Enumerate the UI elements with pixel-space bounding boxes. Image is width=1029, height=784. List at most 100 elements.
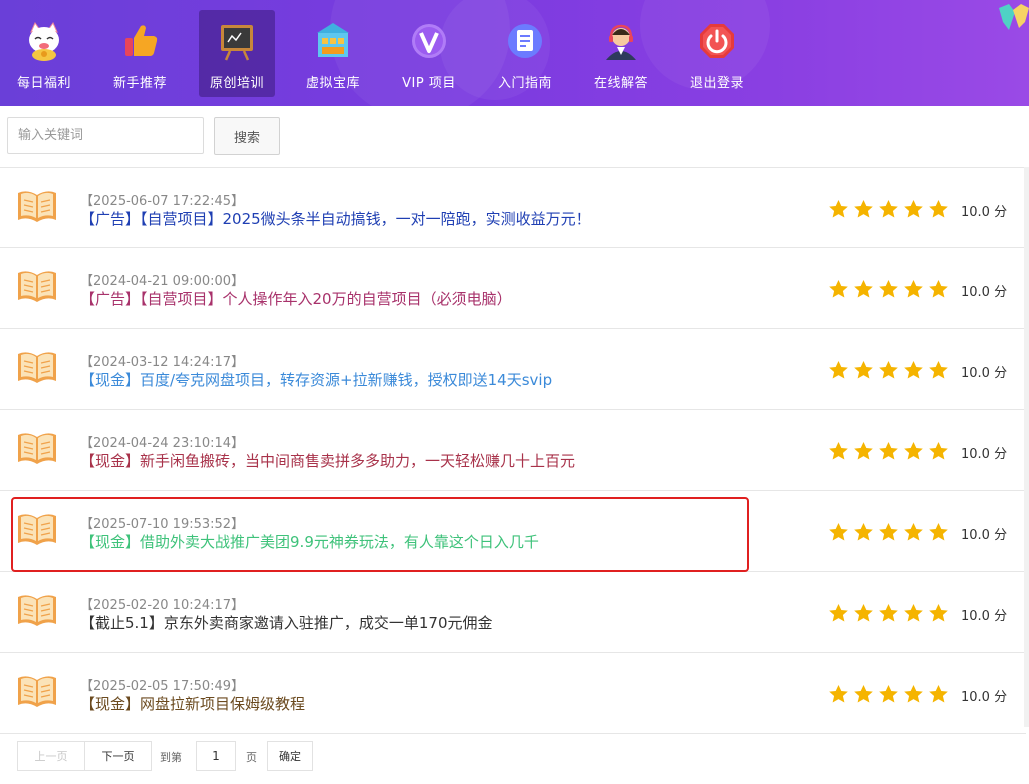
item-score: 10.0 分 [961, 366, 1008, 381]
thumbs-up-icon [125, 25, 158, 56]
power-icon [700, 24, 734, 58]
rating-stars [828, 603, 953, 623]
list-item[interactable]: 【2024-04-24 23:10:14】 【现金】新手闲鱼搬砖，当中间商售卖拼多… [0, 410, 1026, 491]
item-date: 【2024-04-24 23:10:14】 [80, 436, 245, 451]
star-icon [829, 280, 848, 298]
star-icon [879, 200, 898, 218]
item-date: 【2025-02-20 10:24:17】 [80, 598, 245, 613]
star-icon [879, 523, 898, 541]
item-date: 【2024-03-12 14:24:17】 [80, 355, 245, 370]
document-icon [508, 24, 542, 58]
item-date: 【2024-04-21 09:00:00】 [80, 274, 245, 289]
open-book-icon [18, 514, 56, 545]
list-item[interactable]: 【2024-04-21 09:00:00】 【广告】【自营项目】个人操作年入20万… [0, 248, 1026, 329]
nav-item-daily-welfare[interactable]: 每日福利 [6, 10, 82, 97]
star-icon [854, 361, 873, 379]
chalkboard-icon [221, 25, 253, 61]
treasure-building-icon [317, 23, 349, 57]
nav-item-original-training[interactable]: 原创培训 [199, 10, 275, 97]
star-icon [829, 523, 848, 541]
nav-label: 虚拟宝库 [305, 76, 360, 91]
rating-stars [828, 279, 953, 299]
nav-label: 新手推荐 [112, 76, 167, 91]
star-icon [854, 442, 873, 460]
support-agent-icon [606, 24, 636, 60]
item-title-link[interactable]: 【现金】百度/夸克网盘项目，转存资源+拉新赚钱，授权即送14天svip [80, 369, 552, 390]
item-score: 10.0 分 [961, 447, 1008, 462]
list-item[interactable]: 【2025-07-10 19:53:52】 【现金】借助外卖大战推广美团9.9元神… [0, 491, 1026, 572]
star-icon [879, 361, 898, 379]
star-icon [829, 685, 848, 703]
item-date: 【2025-06-07 17:22:45】 [80, 194, 245, 209]
item-score: 10.0 分 [961, 528, 1008, 543]
star-icon [929, 523, 948, 541]
rating-stars [828, 360, 953, 380]
item-score: 10.0 分 [961, 609, 1008, 624]
open-book-icon [18, 433, 56, 464]
item-score: 10.0 分 [961, 690, 1008, 705]
goto-prefix-label: 到第 [160, 751, 182, 764]
star-icon [854, 200, 873, 218]
nav-item-virtual-treasury[interactable]: 虚拟宝库 [295, 10, 371, 97]
item-title-link[interactable]: 【广告】【自营项目】2025微头条半自动搞钱，一对一陪跑，实测收益万元！ [80, 208, 591, 229]
item-title-link[interactable]: 【现金】网盘拉新项目保姆级教程 [80, 693, 305, 714]
rating-stars [828, 684, 953, 704]
vip-icon [412, 24, 446, 58]
open-book-icon [18, 271, 56, 302]
list-item[interactable]: 【2025-02-20 10:24:17】 【截止5.1】京东外卖商家邀请入驻推广… [0, 572, 1026, 653]
nav-item-online-answers[interactable]: 在线解答 [583, 10, 659, 97]
corner-logo-icon [999, 4, 1029, 30]
star-icon [829, 604, 848, 622]
scrollbar[interactable] [1024, 167, 1029, 727]
nav-label: VIP 项目 [402, 76, 456, 91]
list-item[interactable]: 【2025-02-05 17:50:49】 【现金】网盘拉新项目保姆级教程 10.0… [0, 653, 1026, 734]
article-list: 【2025-06-07 17:22:45】 【广告】【自营项目】2025微头条半自… [0, 167, 1026, 734]
list-item[interactable]: 【2025-06-07 17:22:45】 【广告】【自营项目】2025微头条半自… [0, 167, 1026, 248]
rating-stars [828, 522, 953, 542]
item-date: 【2025-07-10 19:53:52】 [80, 517, 245, 532]
star-icon [904, 280, 923, 298]
item-title-link[interactable]: 【截止5.1】京东外卖商家邀请入驻推广，成交一单170元佣金 [80, 612, 493, 633]
star-icon [879, 280, 898, 298]
item-score: 10.0 分 [961, 205, 1008, 220]
star-icon [929, 200, 948, 218]
nav-item-beginner-recommend[interactable]: 新手推荐 [102, 10, 178, 97]
item-title-link[interactable]: 【现金】新手闲鱼搬砖，当中间商售卖拼多多助力，一天轻松赚几十上百元 [80, 450, 575, 471]
star-icon [929, 280, 948, 298]
nav-item-logout[interactable]: 退出登录 [679, 10, 755, 97]
open-book-icon [18, 191, 56, 222]
next-page-button[interactable]: 下一页 [84, 741, 152, 771]
open-book-icon [18, 676, 56, 707]
star-icon [904, 361, 923, 379]
nav-item-getting-started[interactable]: 入门指南 [487, 10, 563, 97]
nav-label: 在线解答 [593, 76, 648, 91]
star-icon [829, 361, 848, 379]
rating-stars [828, 199, 953, 219]
star-icon [854, 685, 873, 703]
search-button[interactable]: 搜索 [214, 117, 280, 155]
prev-page-button[interactable]: 上一页 [17, 741, 85, 771]
search-input[interactable] [7, 117, 204, 154]
star-icon [929, 361, 948, 379]
goto-suffix-label: 页 [246, 751, 257, 764]
star-icon [854, 280, 873, 298]
item-title-link[interactable]: 【广告】【自营项目】个人操作年入20万的自营项目（必须电脑） [80, 288, 512, 309]
nav-label: 原创培训 [209, 76, 264, 91]
star-icon [904, 523, 923, 541]
star-icon [904, 685, 923, 703]
star-icon [829, 442, 848, 460]
top-navigation-bar: 每日福利 新手推荐 原创培训 虚拟宝库 VIP 项目 入门指南 在线解答 退出登… [0, 0, 1029, 106]
star-icon [904, 200, 923, 218]
rating-stars [828, 441, 953, 461]
star-icon [929, 442, 948, 460]
confirm-page-button[interactable]: 确定 [267, 741, 313, 771]
item-score: 10.0 分 [961, 285, 1008, 300]
nav-label: 每日福利 [16, 76, 71, 91]
list-item[interactable]: 【2024-03-12 14:24:17】 【现金】百度/夸克网盘项目，转存资源+… [0, 329, 1026, 410]
nav-item-vip-project[interactable]: VIP 项目 [391, 10, 467, 97]
item-title-link[interactable]: 【现金】借助外卖大战推广美团9.9元神券玩法，有人靠这个日入几千 [80, 531, 539, 552]
nav-label: 退出登录 [689, 76, 744, 91]
page-number-input[interactable] [196, 741, 236, 771]
star-icon [854, 523, 873, 541]
star-icon [904, 604, 923, 622]
